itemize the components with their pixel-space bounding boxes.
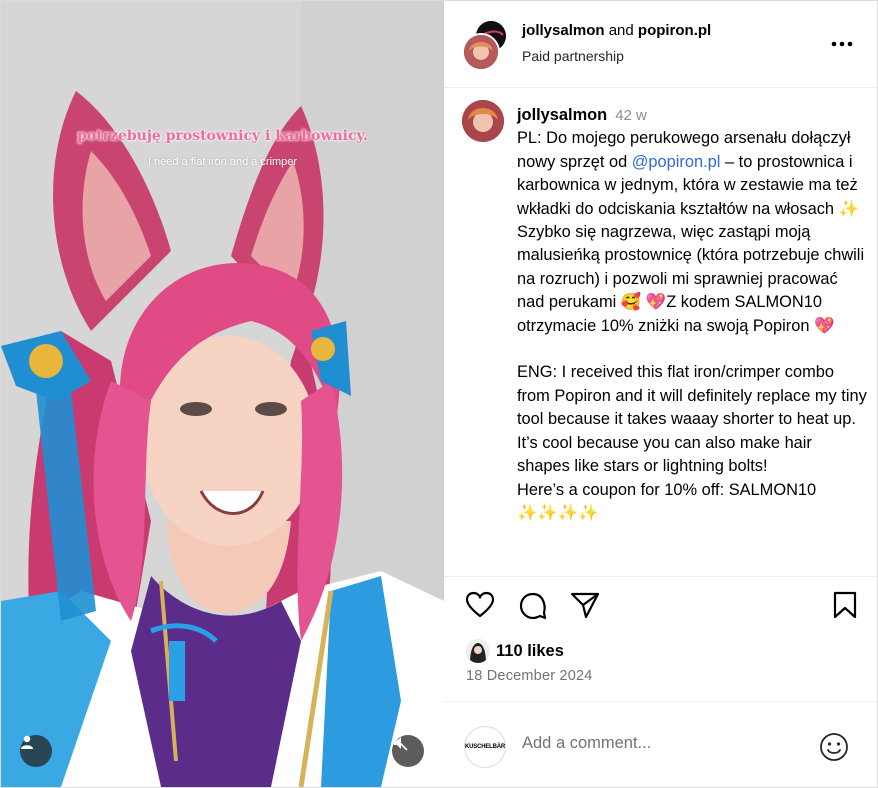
more-options-button[interactable] [831,34,853,52]
post-side-panel: jollysalmon and popiron.pl Paid partners… [444,1,877,787]
caption-text: jollysalmon 42 w PL: Do mojego perukowego… [517,104,867,525]
bookmark-icon [833,591,857,619]
caption-eng: ENG: I received this flat iron/crimper c… [517,363,867,499]
comment-icon [519,592,547,620]
smiley-icon [820,733,848,761]
comment-button[interactable] [518,591,548,626]
share-button[interactable] [570,591,600,624]
caption-time[interactable]: 42 w [615,107,647,124]
action-bar [444,591,877,631]
jollysalmon-avatar[interactable] [462,33,500,71]
post-date[interactable]: 18 December 2024 [466,668,593,684]
caption-section[interactable]: jollysalmon 42 w PL: Do mojego perukowego… [444,88,877,577]
avatar-photo [464,35,498,69]
avatar-photo [462,100,504,142]
avatar-text: KUSCHELBÄR [465,744,506,750]
paid-partnership-label[interactable]: Paid partnership [522,48,624,64]
video-caption-polish: potrzebuję prostownicy i karbownicy. [77,128,368,144]
caption-username[interactable]: jollysalmon [517,106,607,124]
like-button[interactable] [465,591,495,624]
caption-trailing: ✨✨✨✨ [517,503,599,522]
speaker-muted-icon [392,735,408,751]
save-button[interactable] [832,591,858,624]
tagged-users-button[interactable] [20,735,52,767]
post-media[interactable]: potrzebuję prostownicy i karbownicy. I n… [1,1,444,787]
avatar-photo [466,639,490,663]
caption-mention[interactable]: @popiron.pl [632,153,721,171]
comment-input[interactable] [522,734,792,753]
mute-toggle-button[interactable] [392,735,424,767]
video-caption-english: I need a flat iron and a crimper [147,156,298,168]
partner-username[interactable]: popiron.pl [638,22,711,39]
cosplay-photo [1,1,444,787]
more-horizontal-icon [831,41,853,47]
emoji-button[interactable] [819,732,849,767]
current-user-avatar[interactable]: KUSCHELBÄR [464,726,506,768]
liker-avatar [466,639,490,663]
post-authors: jollysalmon and popiron.pl [522,22,711,39]
author-username[interactable]: jollysalmon [522,22,605,39]
heart-icon [465,591,495,618]
likes-count[interactable]: 110 likes [496,642,564,661]
post-header: jollysalmon and popiron.pl Paid partners… [444,1,877,88]
person-icon [21,735,33,749]
comment-bar: KUSCHELBÄR [444,701,877,788]
instagram-post: potrzebuję prostownicy i karbownicy. I n… [0,0,878,788]
caption-pl-part2: – to prostownica i karbownica w jednym, … [517,152,869,335]
collab-avatars[interactable] [462,21,510,71]
author-conjunction: and [604,22,638,39]
likes-row[interactable]: 110 likes [466,637,564,665]
paper-plane-icon [570,592,600,619]
caption-avatar[interactable] [462,100,504,142]
